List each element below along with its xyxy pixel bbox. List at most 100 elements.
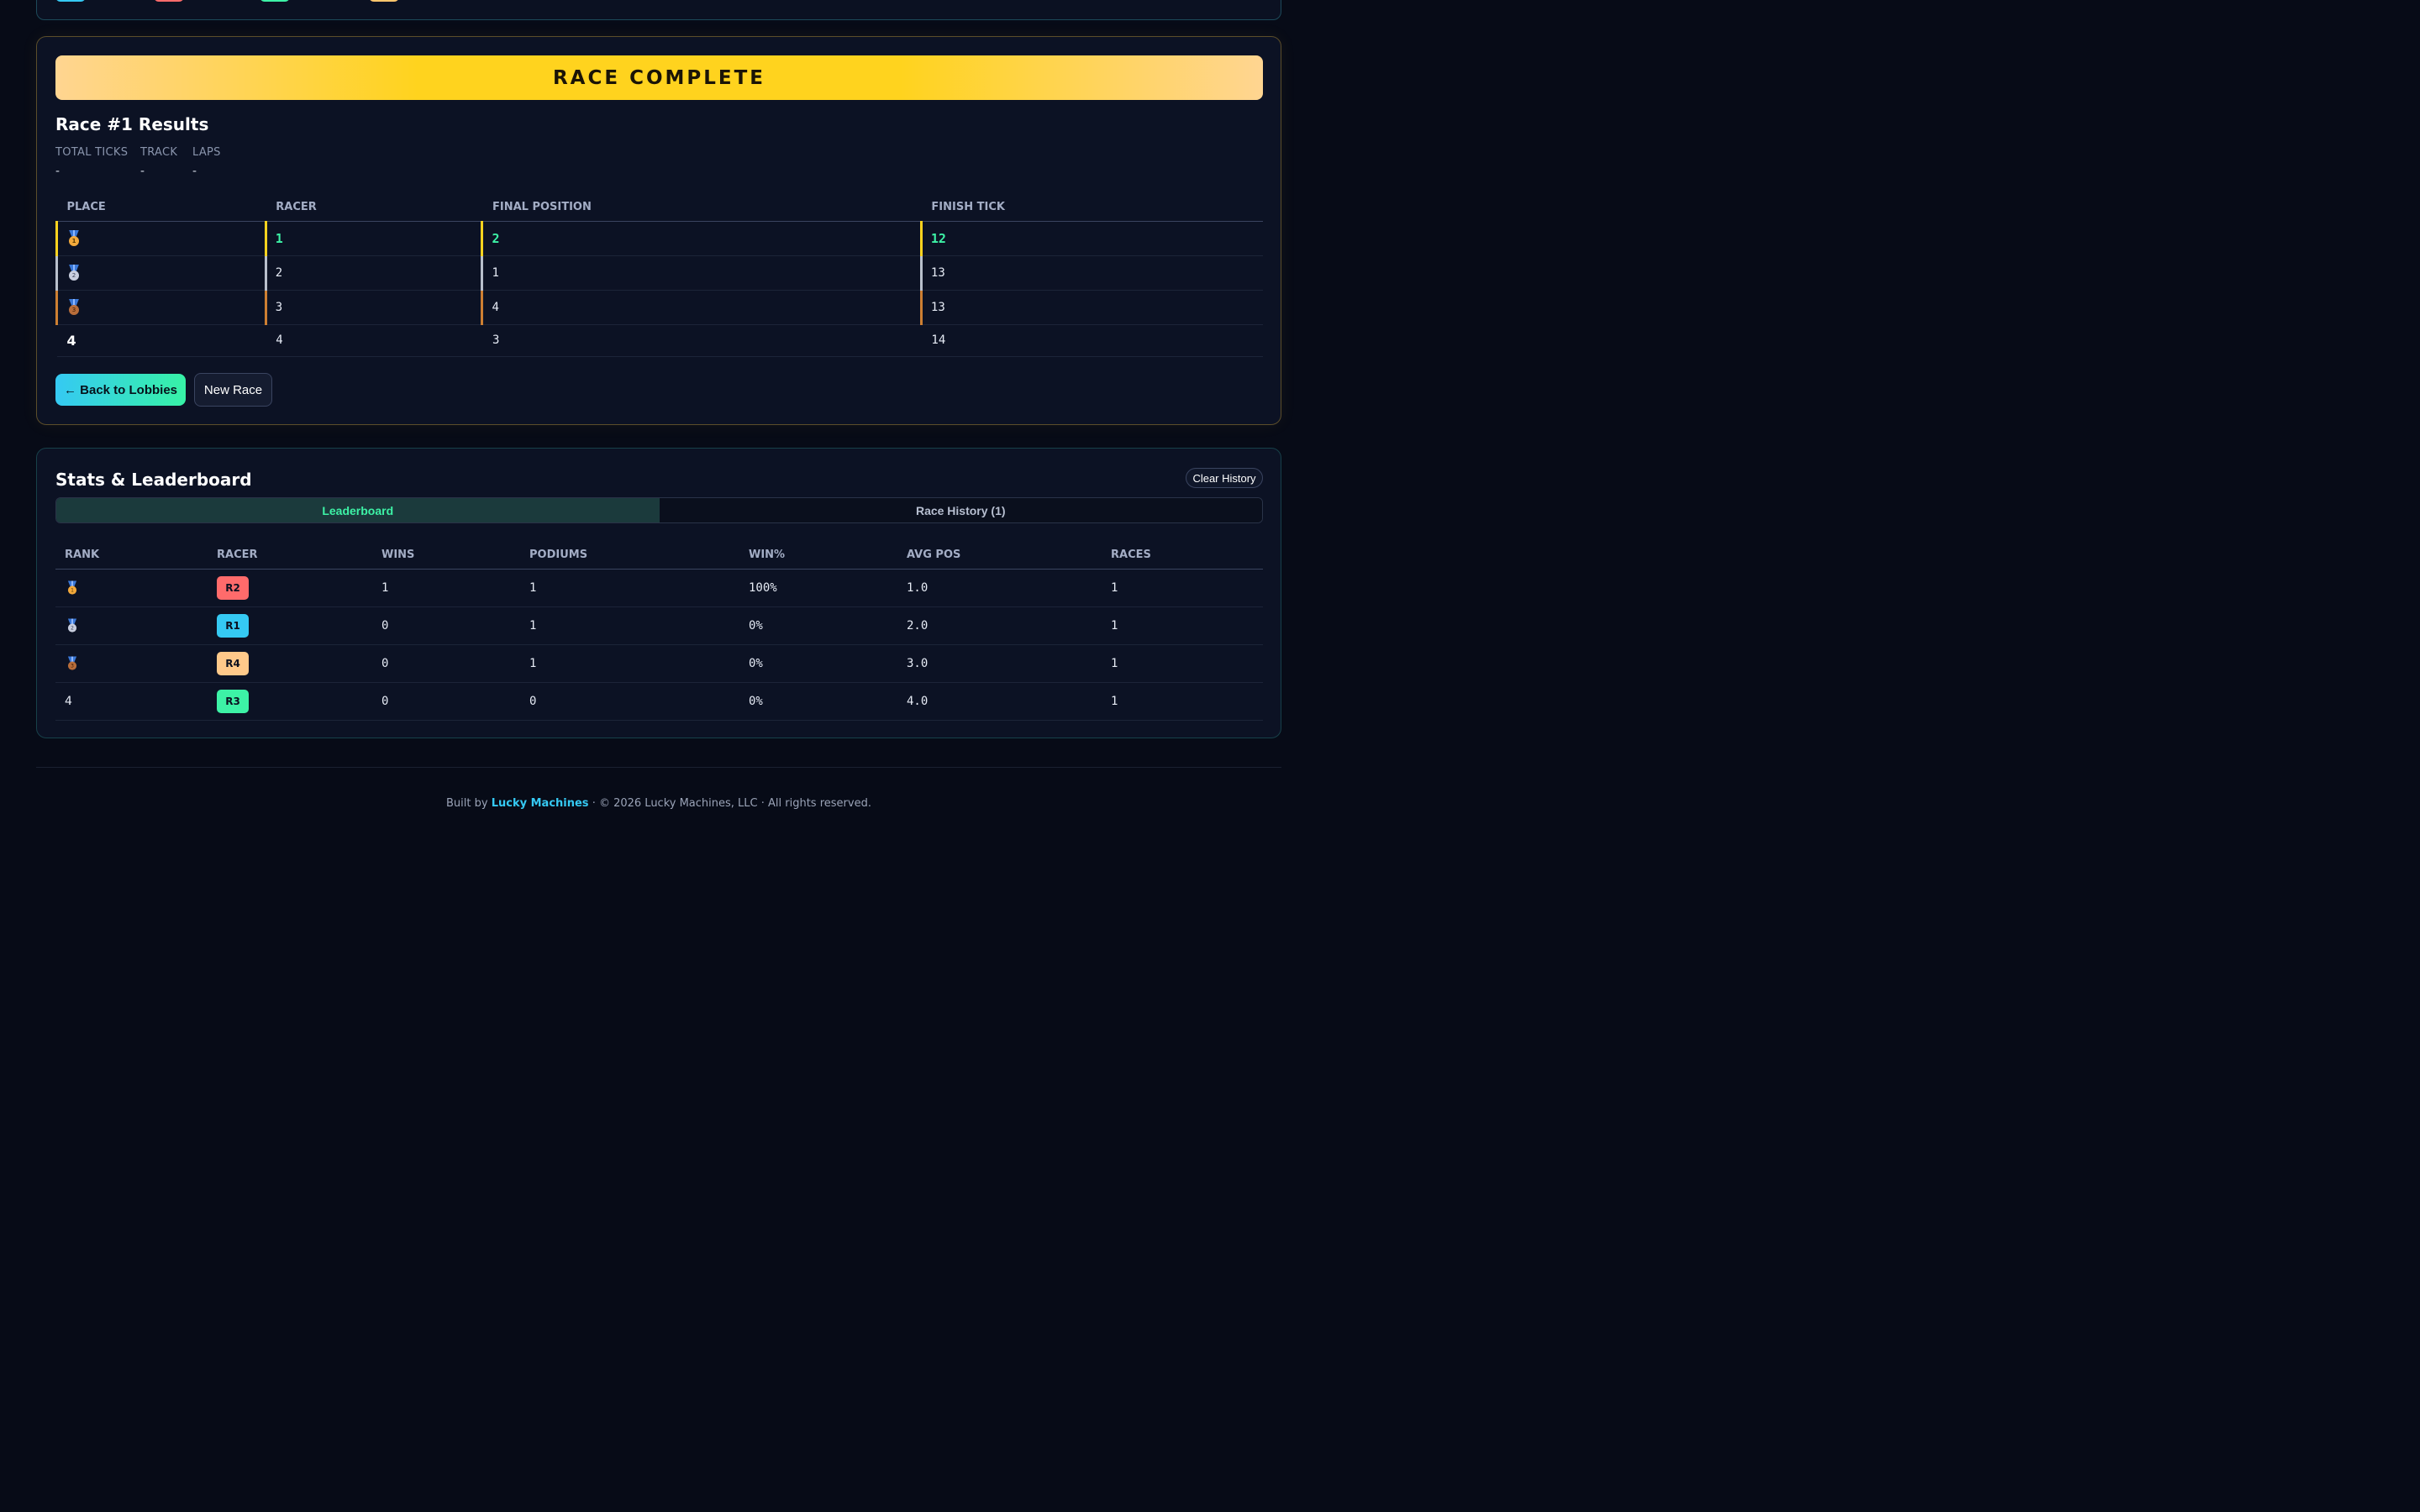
meta-track: TRACK - (140, 146, 177, 178)
tab-race-history[interactable]: Race History (1) (659, 498, 1262, 522)
wins-cell: 1 (372, 569, 520, 607)
podiums-cell: 1 (520, 606, 739, 645)
meta-value: - (192, 164, 197, 178)
rank-cell: 1 (55, 569, 208, 607)
stats-leaderboard-card: Stats & Leaderboard Clear History Leader… (36, 448, 1281, 738)
final-position-cell: 4 (481, 290, 922, 325)
racer-cell: R4 (208, 644, 372, 683)
meta-laps: LAPS - (192, 146, 221, 178)
table-row: 2 R1 0 1 0% 2.0 1 (55, 606, 1263, 645)
wins-cell: 0 (372, 682, 520, 721)
meta-value: - (140, 164, 145, 178)
race-complete-banner: RACE COMPLETE (55, 55, 1263, 100)
clear-history-button[interactable]: Clear History (1186, 468, 1263, 488)
table-row: 3 3 4 13 (55, 290, 1263, 325)
racer-cell: R1 (208, 606, 372, 645)
col-win-pct: WIN% (739, 542, 897, 570)
win-pct-cell: 0% (739, 606, 897, 645)
avg-pos-cell: 4.0 (897, 682, 1102, 721)
racer-cell: 4 (266, 324, 482, 357)
footer-suffix: · © 2026 Lucky Machines, LLC · All right… (592, 797, 871, 810)
col-finish-tick: FINISH TICK (921, 193, 1263, 222)
racer-badge: R1 (217, 613, 249, 638)
place-cell: 2 (55, 255, 266, 291)
col-racer: RACER (208, 542, 372, 570)
banner-text: RACE COMPLETE (552, 66, 766, 89)
col-place: PLACE (56, 193, 266, 222)
results-header-row: PLACE RACER FINAL POSITION FINISH TICK (56, 193, 1263, 222)
win-pct-cell: 0% (739, 682, 897, 721)
table-row: 1 R2 1 1 100% 1.0 1 (55, 569, 1263, 607)
place-cell: 3 (55, 290, 266, 325)
racer-badge: R4 (217, 651, 249, 675)
silver-medal-icon: 2 (66, 618, 78, 633)
footer-brand-link[interactable]: Lucky Machines (492, 797, 589, 810)
place-cell: 4 (56, 324, 266, 357)
rank-cell: 2 (55, 606, 208, 645)
racer-badge: R3 (217, 689, 249, 713)
finish-tick-cell: 14 (921, 324, 1263, 357)
table-row: 1 1 2 12 (55, 221, 1263, 256)
back-to-lobbies-button[interactable]: ← Back to Lobbies (55, 374, 186, 406)
col-rank: RANK (55, 542, 208, 570)
race-results-card: RACE COMPLETE Race #1 Results TOTAL TICK… (36, 36, 1281, 425)
rank-cell: 4 (55, 682, 208, 721)
avg-pos-cell: 2.0 (897, 606, 1102, 645)
meta-label: TRACK (140, 146, 178, 159)
racer-cell: 3 (264, 290, 482, 325)
races-cell: 1 (1102, 644, 1263, 683)
races-cell: 1 (1102, 606, 1263, 645)
table-row: 4 4 3 14 (56, 324, 1263, 357)
top-chip-2 (154, 0, 184, 2)
col-wins: WINS (372, 542, 520, 570)
stats-title: Stats & Leaderboard (55, 470, 252, 490)
meta-label: LAPS (192, 146, 221, 159)
table-row: 2 2 1 13 (55, 255, 1263, 291)
racer-cell: 1 (264, 221, 482, 256)
silver-medal-icon: 2 (66, 264, 82, 281)
finish-tick-cell: 13 (919, 290, 1263, 325)
tab-leaderboard[interactable]: Leaderboard (56, 498, 660, 522)
racer-cell: R2 (208, 569, 372, 607)
win-pct-cell: 0% (739, 644, 897, 683)
stats-tabs: Leaderboard Race History (1) (55, 497, 1263, 523)
table-row: 3 R4 0 1 0% 3.0 1 (55, 644, 1263, 683)
top-chip-3 (260, 0, 290, 2)
results-table: PLACE RACER FINAL POSITION FINISH TICK 1… (55, 193, 1263, 357)
col-racer: RACER (266, 193, 482, 222)
racer-cell: 2 (264, 255, 482, 291)
table-row: 4 R3 0 0 0% 4.0 1 (55, 682, 1263, 721)
avg-pos-cell: 3.0 (897, 644, 1102, 683)
place-cell: 1 (55, 221, 266, 256)
podiums-cell: 1 (520, 569, 739, 607)
finish-tick-cell: 12 (919, 221, 1263, 256)
meta-total-ticks: TOTAL TICKS - (55, 146, 128, 178)
rank-cell: 3 (55, 644, 208, 683)
col-podiums: PODIUMS (520, 542, 739, 570)
avg-pos-cell: 1.0 (897, 569, 1102, 607)
col-final-position: FINAL POSITION (481, 193, 922, 222)
racer-badge: R2 (217, 575, 249, 600)
podiums-cell: 1 (520, 644, 739, 683)
win-pct-cell: 100% (739, 569, 897, 607)
wins-cell: 0 (372, 644, 520, 683)
final-position-cell: 3 (481, 324, 922, 357)
racer-cell: R3 (208, 682, 372, 721)
footer-divider (36, 767, 1281, 768)
races-cell: 1 (1102, 569, 1263, 607)
meta-label: TOTAL TICKS (55, 146, 129, 159)
new-race-button[interactable]: New Race (194, 373, 272, 407)
leaderboard-table: RANK RACER WINS PODIUMS WIN% AVG POS RAC… (55, 542, 1263, 721)
top-chip-4 (369, 0, 399, 2)
bronze-medal-icon: 3 (66, 298, 82, 316)
race-results-title: Race #1 Results (55, 114, 209, 134)
final-position-cell: 2 (481, 221, 922, 256)
wins-cell: 0 (372, 606, 520, 645)
gold-medal-icon: 1 (66, 580, 78, 595)
podiums-cell: 0 (520, 682, 739, 721)
finish-tick-cell: 13 (919, 255, 1263, 291)
races-cell: 1 (1102, 682, 1263, 721)
gold-medal-icon: 1 (66, 229, 82, 247)
top-chip-1 (55, 0, 86, 2)
meta-value: - (55, 164, 60, 178)
